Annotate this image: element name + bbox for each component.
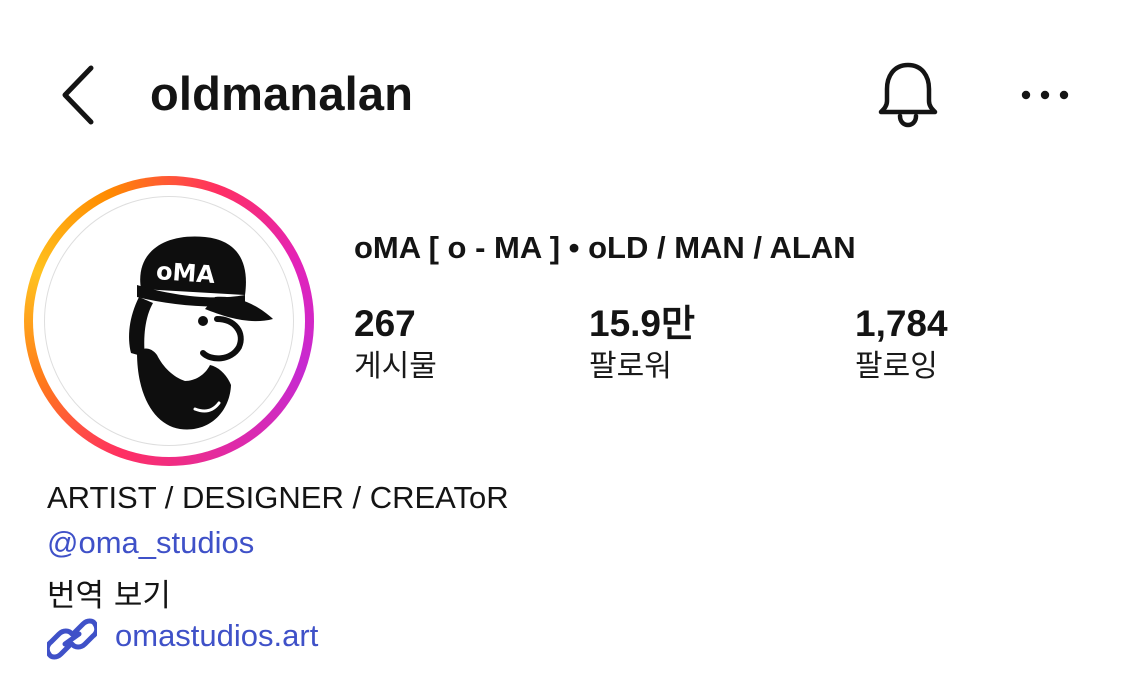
website-link[interactable]: omastudios.art bbox=[115, 618, 318, 654]
stat-posts[interactable]: 267 게시물 bbox=[354, 302, 437, 386]
stat-followers[interactable]: 15.9만 팔로워 bbox=[589, 302, 695, 386]
stat-followers-count: 15.9만 bbox=[589, 303, 696, 344]
bell-icon bbox=[878, 62, 938, 128]
stat-posts-label: 게시물 bbox=[354, 349, 437, 384]
profile-avatar[interactable]: oMA bbox=[24, 176, 314, 466]
profile-username: oldmanalan bbox=[150, 67, 414, 120]
back-button[interactable] bbox=[55, 60, 105, 130]
oma-cap-character-avatar: oMA bbox=[129, 236, 273, 430]
profile-display-name: oMA [ o - MA ] • oLD / MAN / ALAN bbox=[354, 230, 856, 265]
bio-text: ARTIST / DESIGNER / CREAToR bbox=[47, 480, 509, 515]
notifications-button[interactable] bbox=[873, 58, 943, 130]
more-options-button[interactable] bbox=[1018, 80, 1072, 110]
more-horizontal-icon bbox=[1021, 90, 1069, 100]
avatar-cap-label: oMA bbox=[155, 257, 216, 289]
stat-following-label: 팔로잉 bbox=[855, 349, 938, 384]
stat-followers-label: 팔로워 bbox=[589, 349, 672, 384]
bio-mention-link[interactable]: @oma_studios bbox=[47, 525, 254, 561]
stat-following[interactable]: 1,784 팔로잉 bbox=[855, 302, 948, 386]
translate-link[interactable]: 번역 보기 bbox=[47, 570, 171, 615]
stat-following-count: 1,784 bbox=[855, 303, 948, 344]
link-icon bbox=[44, 616, 100, 662]
stat-posts-count: 267 bbox=[354, 303, 416, 344]
chevron-left-icon bbox=[62, 65, 94, 125]
